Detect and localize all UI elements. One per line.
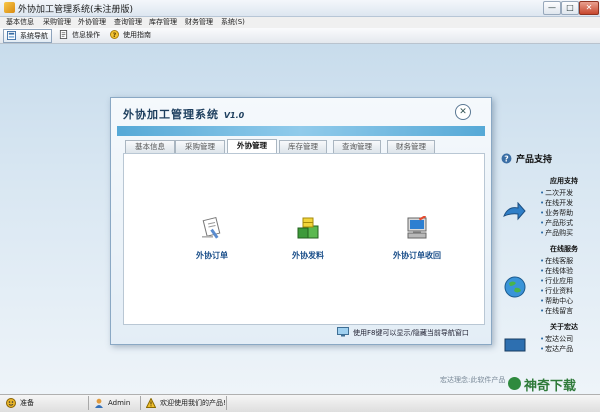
menu-inventory[interactable]: 库存管理 xyxy=(147,17,179,28)
link-industry-materials[interactable]: 行业资料 xyxy=(540,286,573,296)
link-help-center[interactable]: 帮助中心 xyxy=(540,296,573,306)
computer-icon xyxy=(407,216,427,239)
watermark-logo-icon xyxy=(508,377,521,390)
menu-purchase[interactable]: 采购管理 xyxy=(41,17,73,28)
menu-finance[interactable]: 财务管理 xyxy=(183,17,215,28)
svg-text:?: ? xyxy=(113,32,117,39)
tab-inventory[interactable]: 库存管理 xyxy=(279,140,327,153)
navigation-dialog: 外协加工管理系统 V1.0 ✕ 基本信息 采购管理 外协管理 库存管理 查询管理… xyxy=(110,97,492,345)
menu-basic-info[interactable]: 基本信息 xyxy=(4,17,36,28)
toolbar-label: 系统导航 xyxy=(20,32,48,40)
tab-finance[interactable]: 财务管理 xyxy=(387,140,435,153)
svg-text:?: ? xyxy=(504,155,508,164)
status-separator xyxy=(140,396,141,410)
link-industry-application[interactable]: 行业应用 xyxy=(540,276,573,286)
app-icon xyxy=(4,2,15,13)
toolbar-label: 信息操作 xyxy=(72,31,100,39)
support-heading: 产品支持 xyxy=(516,155,553,165)
monitor-icon xyxy=(504,338,526,352)
link-products[interactable]: 宏达产品 xyxy=(540,344,573,354)
globe-icon xyxy=(504,276,526,298)
function-outsourcing-material[interactable]: 外协发料 xyxy=(268,216,348,276)
navigation-icon xyxy=(7,31,16,40)
tab-query[interactable]: 查询管理 xyxy=(333,140,381,153)
link-online-development[interactable]: 在线开发 xyxy=(540,198,573,208)
help-circle-icon: ? xyxy=(501,153,512,164)
status-user-text: Admin xyxy=(108,399,131,407)
status-separator xyxy=(226,396,227,410)
status-ready-text: 准备 xyxy=(20,399,34,407)
link-company[interactable]: 宏达公司 xyxy=(540,334,573,344)
function-label: 外协订单 xyxy=(196,251,228,260)
tab-panel: 外协订单 外协发料 外协订单收回 xyxy=(123,153,485,325)
toolbar-user-guide[interactable]: ? 使用指南 xyxy=(107,29,154,41)
dialog-title: 外协加工管理系统 V1.0 xyxy=(123,106,244,122)
function-label: 外协订单收回 xyxy=(393,251,441,260)
toolbar-info-operation[interactable]: 信息操作 xyxy=(56,29,103,41)
function-label: 外协发料 xyxy=(292,251,324,260)
ready-icon xyxy=(6,398,16,408)
help-icon: ? xyxy=(110,30,119,39)
tab-purchase[interactable]: 采购管理 xyxy=(175,140,225,153)
status-welcome-text: 欢迎使用我们的产品! xyxy=(160,399,226,407)
dialog-version: V1.0 xyxy=(223,111,245,120)
status-ready: 准备 xyxy=(6,397,34,409)
menu-query[interactable]: 查询管理 xyxy=(112,17,144,28)
dialog-header-band xyxy=(117,126,485,136)
link-secondary-development[interactable]: 二次开发 xyxy=(540,188,573,198)
order-document-icon xyxy=(202,216,221,239)
monitor-icon xyxy=(337,327,349,337)
status-separator xyxy=(88,396,89,410)
toolbar: 系统导航 信息操作 ? 使用指南 xyxy=(0,28,600,44)
toolbar-system-navigation[interactable]: 系统导航 xyxy=(3,29,52,43)
dialog-close-button[interactable]: ✕ xyxy=(455,104,471,120)
watermark-text: 神奇下载 xyxy=(524,379,577,394)
close-button[interactable]: ✕ xyxy=(579,1,599,15)
slogan-text: 宏达理念:此软件产品 xyxy=(440,376,506,384)
link-online-experience[interactable]: 在线体验 xyxy=(540,266,573,276)
status-welcome: 欢迎使用我们的产品! xyxy=(146,397,226,409)
dialog-title-text: 外协加工管理系统 xyxy=(123,108,219,121)
title-bar[interactable]: 外协加工管理系统(未注册版) — □ ✕ xyxy=(0,0,600,17)
toolbar-label: 使用指南 xyxy=(123,31,151,39)
document-icon xyxy=(59,30,68,39)
section-title-about: 关于宏达 xyxy=(550,323,578,331)
maximize-button[interactable]: □ xyxy=(561,1,579,15)
status-bar: 准备 Admin 欢迎使用我们的产品! xyxy=(0,394,600,412)
tab-outsourcing[interactable]: 外协管理 xyxy=(227,139,277,153)
section-title-online-service: 在线服务 xyxy=(550,245,578,253)
welcome-icon xyxy=(146,398,156,408)
support-panel: ? 产品支持 应用支持 二次开发 在线开发 业务帮助 产品形式 产品购买 在线服… xyxy=(494,152,600,394)
user-icon xyxy=(95,398,103,408)
function-outsourcing-order[interactable]: 外协订单 xyxy=(172,216,252,276)
dialog-footer-hint: 使用F8键可以显示/隐藏当前导航窗口 xyxy=(353,329,469,337)
tab-basic-info[interactable]: 基本信息 xyxy=(125,140,175,153)
link-online-message[interactable]: 在线留言 xyxy=(540,306,573,316)
menu-outsourcing[interactable]: 外协管理 xyxy=(76,17,108,28)
link-business-help[interactable]: 业务帮助 xyxy=(540,208,573,218)
status-user: Admin xyxy=(94,397,130,409)
window-title: 外协加工管理系统(未注册版) xyxy=(18,5,134,15)
arrow-icon xyxy=(503,202,526,221)
link-online-customer-service[interactable]: 在线客服 xyxy=(540,256,573,266)
section-title-app-support: 应用支持 xyxy=(550,177,578,185)
link-product-purchase[interactable]: 产品购买 xyxy=(540,228,573,238)
link-product-form[interactable]: 产品形式 xyxy=(540,218,573,228)
function-outsourcing-order-return[interactable]: 外协订单收回 xyxy=(377,216,457,276)
menu-system[interactable]: 系统(S) xyxy=(219,17,247,28)
material-boxes-icon xyxy=(297,217,319,239)
menu-bar: 基本信息 采购管理 外协管理 查询管理 库存管理 财务管理 系统(S) xyxy=(0,17,600,28)
minimize-button[interactable]: — xyxy=(543,1,561,15)
